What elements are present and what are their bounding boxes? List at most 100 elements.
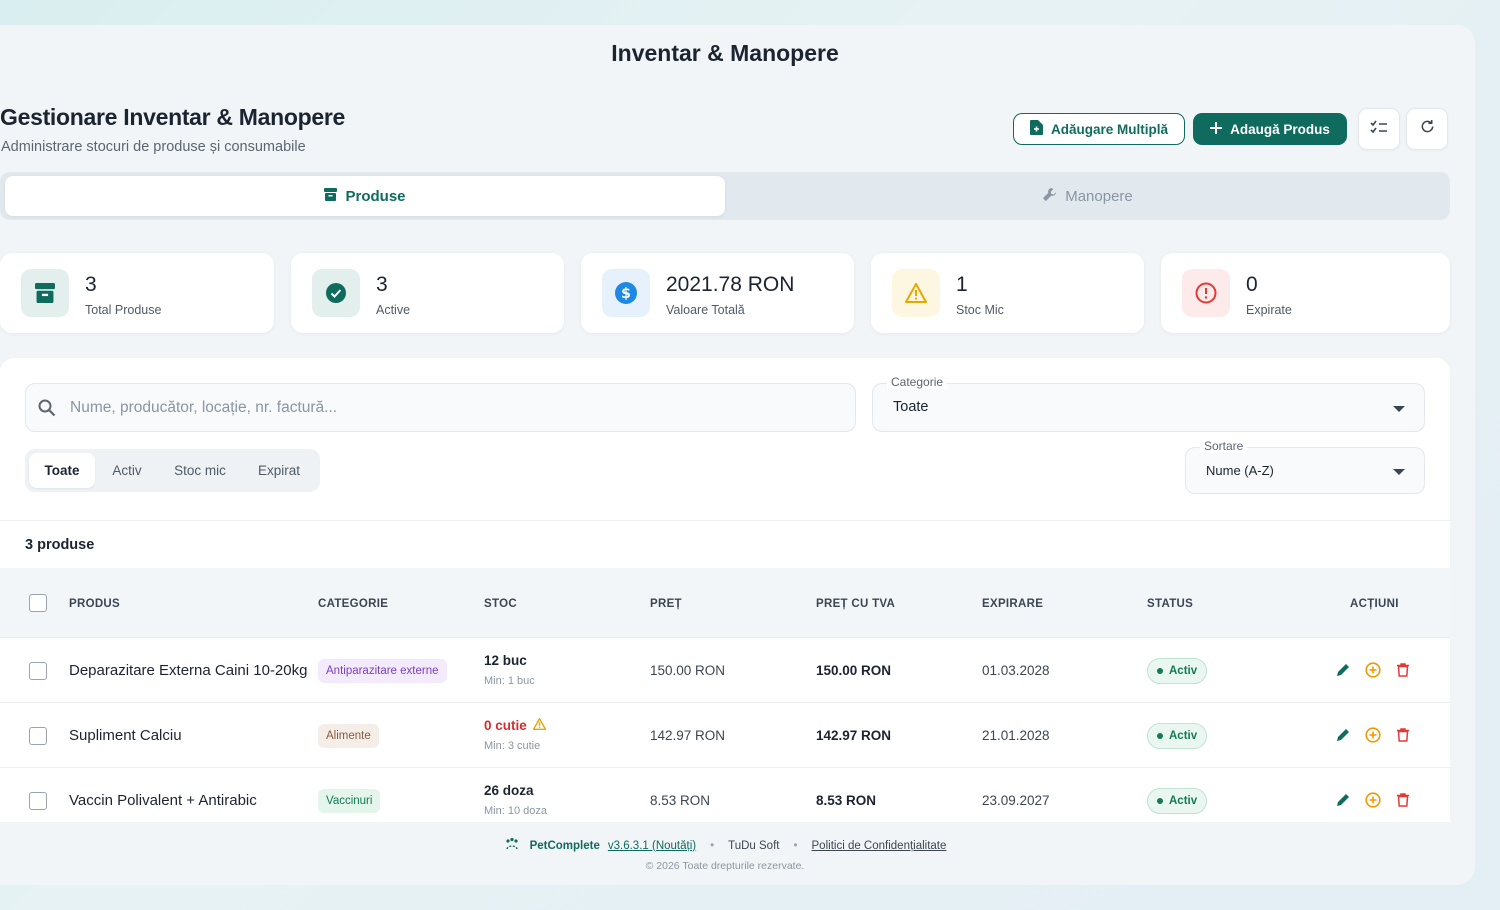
price: 142.97 RON: [650, 728, 726, 743]
footer-copyright: © 2026 Toate drepturile rezervate.: [645, 860, 805, 872]
search-placeholder: Nume, producător, locație, nr. factură..…: [70, 399, 338, 416]
tab-produse[interactable]: Produse: [5, 176, 725, 216]
stat-card-active: 3 Active: [291, 253, 564, 333]
category-badge: Antiparazitare externe: [318, 659, 447, 683]
stat-label: Stoc Mic: [956, 303, 1004, 317]
chevron-down-icon: [1393, 469, 1405, 475]
column-header: EXPIRARE: [982, 598, 1044, 610]
footer-privacy-link[interactable]: Politici de Confidențialitate: [812, 840, 947, 852]
select-all-checkbox[interactable]: [29, 594, 47, 612]
price: 150.00 RON: [650, 663, 726, 678]
stat-value: 2021.78 RON: [666, 273, 795, 296]
chip-toate[interactable]: Toate: [29, 453, 95, 488]
delete-icon[interactable]: [1393, 725, 1413, 745]
stat-value: 3: [85, 273, 97, 296]
bulk-add-button[interactable]: Adăugare Multiplă: [1013, 113, 1185, 145]
page-subtitle: Administrare stocuri de produse și consu…: [1, 139, 306, 155]
stat-card-expired: 0 Expirate: [1161, 253, 1450, 333]
check-circle-icon: [312, 269, 360, 317]
category-badge: Vaccinuri: [318, 789, 381, 813]
page-title: Gestionare Inventar & Manopere: [0, 104, 346, 130]
stat-label: Total Produse: [85, 303, 162, 317]
plus-icon: [1210, 121, 1223, 137]
delete-icon[interactable]: [1393, 790, 1413, 810]
expiry-date: 23.09.2027: [982, 793, 1050, 808]
category-select-label: Categorie: [887, 375, 948, 389]
chip-expirat[interactable]: Expirat: [243, 453, 315, 488]
footer-separator: •: [793, 839, 798, 852]
category-select-value: Toate: [893, 399, 929, 415]
app-title: Inventar & Manopere: [611, 40, 839, 66]
column-header: PREȚ: [650, 598, 682, 610]
search-icon: [38, 399, 56, 422]
footer-company: TuDu Soft: [728, 839, 780, 852]
archive-icon: [324, 187, 338, 205]
add-product-label: Adaugă Produs: [1230, 121, 1330, 137]
stat-card-low-stock: 1 Stoc Mic: [871, 253, 1144, 333]
divider: [0, 520, 1450, 521]
stat-label: Valoare Totală: [666, 303, 745, 317]
chevron-down-icon: [1393, 406, 1405, 412]
price: 8.53 RON: [650, 793, 711, 808]
row-checkbox[interactable]: [29, 727, 47, 745]
warning-icon: [532, 717, 546, 733]
footer-version-link[interactable]: v3.6.3.1 (Noutăți): [608, 840, 696, 852]
tab-bar: Produse Manopere: [0, 172, 1450, 220]
column-header: STATUS: [1147, 598, 1194, 610]
stock-value: 26 doza: [484, 783, 534, 798]
stock-min: Min: 1 buc: [484, 675, 535, 687]
category-select[interactable]: Categorie Toate: [872, 375, 1425, 432]
column-header: ACȚIUNI: [1350, 598, 1399, 610]
product-name: Vaccin Polivalent + Antirabic: [69, 792, 257, 809]
tab-manopere[interactable]: Manopere: [725, 176, 1450, 216]
search-input[interactable]: Nume, producător, locație, nr. factură..…: [25, 383, 856, 432]
sort-select-label: Sortare: [1200, 439, 1248, 453]
products-panel: Nume, producător, locație, nr. factură..…: [0, 358, 1450, 822]
table-header: PRODUS CATEGORIE STOC PREȚ PREȚ CU TVA E…: [0, 568, 1450, 638]
dollar-circle-icon: $: [602, 269, 650, 317]
column-header: PREȚ CU TVA: [816, 598, 896, 610]
add-product-button[interactable]: Adaugă Produs: [1193, 113, 1347, 145]
add-stock-icon[interactable]: [1363, 660, 1383, 680]
chip-activ[interactable]: Activ: [97, 453, 157, 488]
stock-min: Min: 10 doza: [484, 805, 547, 817]
add-stock-icon[interactable]: [1363, 790, 1383, 810]
status-badge: Activ: [1147, 658, 1208, 684]
status-badge: Activ: [1147, 788, 1208, 814]
price-with-vat: 142.97 RON: [816, 728, 892, 743]
footer: PetComplete v3.6.3.1 (Noutăți) • TuDu So…: [0, 837, 1450, 854]
delete-icon[interactable]: [1393, 660, 1413, 680]
select-mode-button[interactable]: [1358, 108, 1400, 150]
status-filter-chips: Toate Activ Stoc mic Expirat: [25, 449, 320, 492]
table-row[interactable]: Vaccin Polivalent + Antirabic Vaccinuri …: [0, 768, 1450, 822]
checklist-icon: [1370, 120, 1388, 139]
table-row[interactable]: Supliment Calciu Alimente 0 cutie Min: 3…: [0, 703, 1450, 768]
category-badge: Alimente: [318, 724, 379, 748]
column-header: PRODUS: [69, 598, 121, 610]
sort-select[interactable]: Sortare Nume (A-Z): [1185, 439, 1425, 494]
svg-text:$: $: [621, 286, 631, 302]
stat-label: Expirate: [1246, 303, 1292, 317]
stat-card-value: $ 2021.78 RON Valoare Totală: [581, 253, 854, 333]
column-header: STOC: [484, 598, 517, 610]
archive-icon: [21, 269, 69, 317]
stat-value: 1: [956, 273, 968, 296]
row-checkbox[interactable]: [29, 792, 47, 810]
refresh-button[interactable]: [1406, 108, 1448, 150]
status-badge: Activ: [1147, 723, 1208, 749]
sort-select-value: Nume (A-Z): [1206, 463, 1274, 478]
edit-icon[interactable]: [1333, 660, 1353, 680]
footer-brand: PetComplete: [529, 839, 600, 852]
stat-value: 0: [1246, 273, 1258, 296]
row-checkbox[interactable]: [29, 662, 47, 680]
chip-stoc-mic[interactable]: Stoc mic: [161, 453, 239, 488]
product-name: Supliment Calciu: [69, 727, 182, 744]
table-row[interactable]: Deparazitare Externa Caini 10-20kg Antip…: [0, 638, 1450, 703]
product-name: Deparazitare Externa Caini 10-20kg: [69, 662, 308, 679]
edit-icon[interactable]: [1333, 725, 1353, 745]
add-stock-icon[interactable]: [1363, 725, 1383, 745]
paw-logo-icon: [504, 837, 522, 854]
edit-icon[interactable]: [1333, 790, 1353, 810]
stock-min: Min: 3 cutie: [484, 740, 541, 752]
column-header: CATEGORIE: [318, 598, 389, 610]
